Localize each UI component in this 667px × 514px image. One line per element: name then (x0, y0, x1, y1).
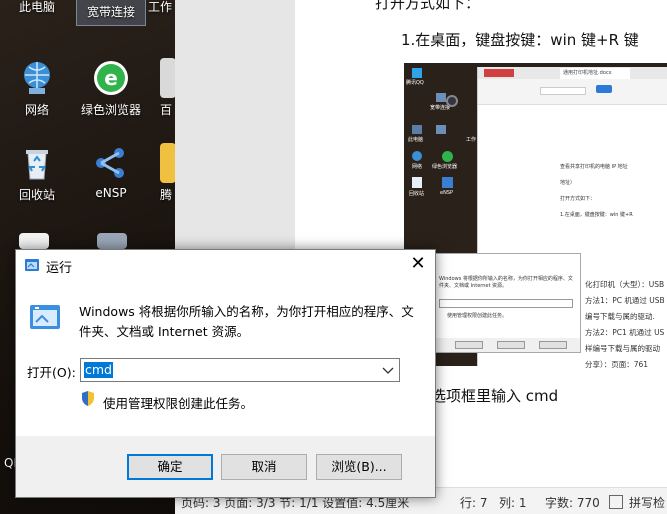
doc-right-line: 方法1：PC 机通过 USB (585, 296, 665, 305)
embed-doc-line: 地址） (560, 180, 576, 186)
status-row: 行: 7 (460, 496, 488, 510)
desktop-icon-green-browser[interactable]: e 绿色浏览器 (76, 58, 146, 118)
run-dialog: 运行 ✕ Windows 将根据你所输入的名称，为你打开相应的程序、文件夹、文档… (15, 249, 436, 498)
ensp-icon (91, 143, 131, 183)
ok-button[interactable]: 确定 (127, 454, 213, 480)
mini-this-pc-icon (412, 125, 422, 134)
run-dialog-title: 运行 (46, 261, 73, 276)
cinema4d-icon (446, 95, 458, 107)
start-tab (596, 85, 612, 93)
embed-icon-label: 工作 (466, 137, 477, 143)
embedded-tab: 通用打印机地址.docx (560, 68, 630, 79)
status-col: 列: 1 (499, 496, 527, 510)
close-icon[interactable]: ✕ (403, 252, 433, 278)
desktop-icon-label: 宽带连接 (86, 5, 135, 19)
embed-icon-label: 此电脑 (408, 137, 424, 143)
embed-doc-line: 打开方式如下： (560, 196, 596, 202)
desktop-icon-ensp[interactable]: eNSP (76, 143, 146, 200)
doc-right-column: 化打印机（大型）：USB 方法1：PC 机通过 USB 编号下载与属的驱动. 方… (585, 277, 665, 373)
doc-text-line: 选项框里输入 cmd (431, 387, 559, 405)
recycle-bin-icon (17, 143, 57, 183)
desktop-icon-label: eNSP (95, 186, 127, 200)
run-dialog-footer: 确定 取消 浏览(B)... (16, 436, 435, 497)
app-icon (160, 143, 176, 183)
embed-icon-label: 回收站 (409, 191, 425, 197)
doc-right-line: 方法2：PC1 机通过 US (585, 328, 665, 337)
embedded-run-dialog: Windows 将根据你所输入的名称，为你打开相应的程序、文件夹、文档或 Int… (434, 253, 581, 353)
embed-icon-label: eNSP (440, 190, 454, 196)
embed-icon-label: 绿色浏览器 (432, 164, 458, 170)
app-icon (160, 58, 176, 98)
embedded-run-desc: Windows 将根据你所输入的名称，为你打开相应的程序、文件夹、文档或 Int… (439, 276, 573, 289)
run-app-icon (24, 258, 40, 275)
desktop-icon-recycle-bin[interactable]: 回收站 (2, 143, 72, 203)
chevron-down-icon[interactable] (381, 361, 395, 379)
font-select (540, 87, 586, 95)
embedded-run-input (439, 299, 573, 308)
file-icon (19, 233, 49, 249)
virtualbox-icon (97, 233, 127, 249)
green-browser-icon: e (91, 58, 131, 98)
mini-broadband-icon (436, 93, 446, 102)
cancel-button[interactable]: 取消 (221, 454, 307, 480)
browse-button[interactable]: 浏览(B)... (316, 454, 402, 480)
mini-recycle-bin-icon (412, 177, 422, 188)
desktop-icon-label: 绿色浏览器 (80, 103, 141, 117)
mini-network-icon (412, 151, 422, 161)
doc-text-line: 打开方式如下： (375, 0, 481, 12)
baidu-watermark: Bai 经验 (494, 441, 577, 465)
doc-right-line: 编号下载与属的驱动. (585, 312, 655, 321)
desktop-icon-label: 回收站 (18, 188, 55, 202)
doc-text-line: 1.在桌面，键盘按键：win 键+R 键 (401, 31, 639, 49)
open-input-value[interactable]: cmd (84, 362, 113, 378)
open-label: 打开(O): (27, 365, 76, 380)
embed-icon-label: 网络 (412, 164, 423, 170)
run-titlebar[interactable]: 运行 ✕ (16, 250, 435, 280)
checkbox-icon[interactable] (609, 495, 623, 509)
embedded-ribbon (478, 79, 667, 105)
desktop-icon-label: 此电脑 (18, 0, 55, 14)
open-combobox[interactable]: cmd (80, 358, 400, 382)
desktop-icon-work[interactable]: 工作 (148, 0, 178, 15)
desktop-icon-broadband[interactable]: 宽带连接 (76, 0, 146, 26)
qq-icon (412, 68, 422, 78)
embedded-run-footer (435, 338, 580, 352)
mini-ensp-icon (442, 177, 453, 188)
desktop-icon-network[interactable]: 网络 (2, 58, 72, 118)
doc-right-line: 化打印机（大型）：USB (585, 280, 665, 289)
desktop-icon-this-pc[interactable]: 此电脑 (2, 0, 72, 15)
run-dialog-description: Windows 将根据你所输入的名称，为你打开相应的程序、文件夹、文档或 Int… (79, 304, 414, 339)
doc-right-line: 样编号下载与属的驱动 (585, 344, 660, 353)
embedded-tab-icon (484, 69, 514, 77)
desktop-icon-label: 网络 (24, 103, 49, 117)
mini-green-browser-icon (442, 151, 453, 162)
embedded-cancel-button (497, 341, 525, 349)
embedded-ok-button (455, 341, 483, 349)
uac-shield-icon (80, 390, 96, 410)
status-word-count[interactable]: 字数: 770 (545, 494, 600, 511)
mini-broadband-icon (436, 125, 446, 134)
network-icon (17, 58, 57, 98)
embedded-run-admin: 使用管理权限创建此任务。 (447, 313, 508, 319)
svg-text:e: e (104, 66, 118, 90)
admin-task-text: 使用管理权限创建此任务。 (103, 396, 254, 411)
run-icon (28, 302, 62, 335)
embed-doc-line: 查看共享打印机的电脑 IP 地址 (560, 164, 628, 170)
status-spellcheck[interactable]: 拼写检 (629, 494, 665, 511)
embedded-browse-button (539, 341, 567, 349)
embedded-tabs: 通用打印机地址.docx (478, 67, 667, 79)
doc-right-line: 分享）：页面：761 (585, 360, 649, 369)
embed-icon-label: 腾讯QQ (406, 80, 424, 86)
embed-doc-line: 1.在桌面，键盘按键：win 键+R (560, 212, 633, 218)
desktop-icon-label: 工作 (148, 0, 173, 14)
